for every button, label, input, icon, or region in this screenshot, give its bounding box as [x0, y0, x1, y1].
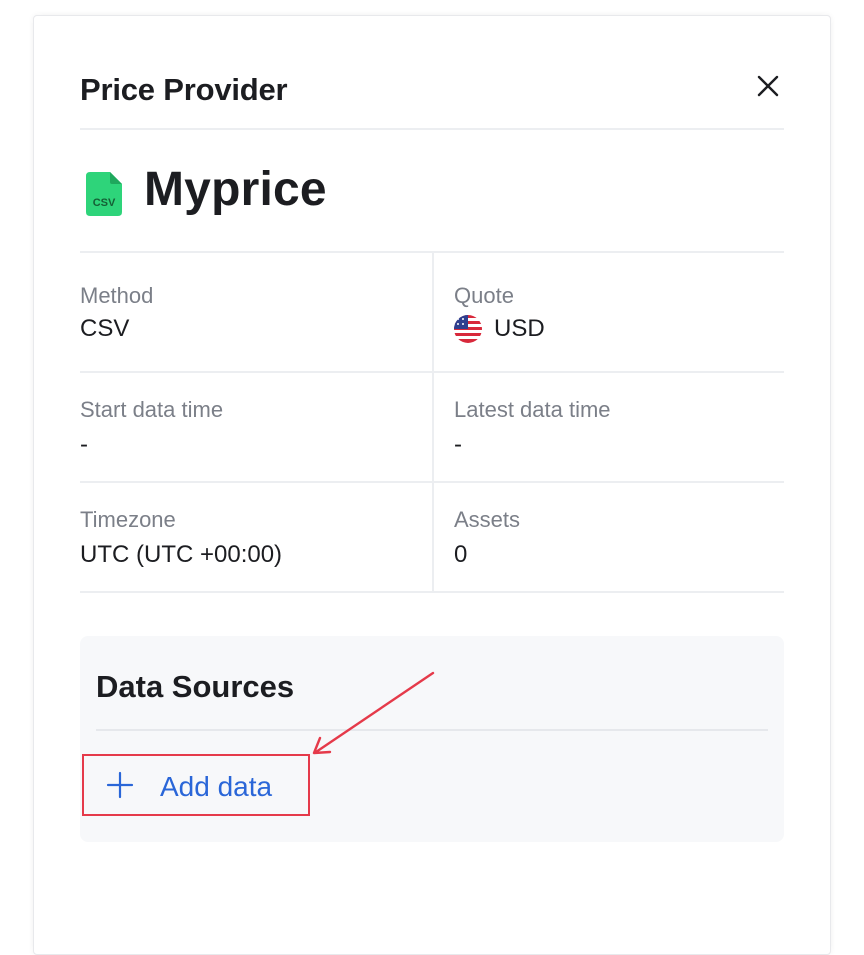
start-time-label: Start data time: [80, 397, 224, 422]
quote-label: Quote: [454, 283, 514, 308]
csv-file-icon: CSV: [86, 172, 122, 216]
latest-time-cell: Latest data time -: [432, 373, 784, 481]
timezone-value: UTC (UTC +00:00): [80, 541, 283, 568]
method-cell: Method CSV: [80, 253, 432, 371]
assets-cell: Assets 0: [432, 483, 784, 591]
annotation-arrow-icon: [312, 671, 435, 755]
timezone-label: Timezone: [80, 507, 176, 532]
assets-value: 0: [454, 541, 468, 568]
close-icon: [757, 75, 779, 97]
details-row: Timezone UTC (UTC +00:00) Assets 0: [80, 483, 784, 593]
add-data-label: Add data: [160, 771, 273, 802]
quote-value: USD: [454, 315, 545, 343]
panel-title: Price Provider: [80, 72, 288, 107]
start-time-value: -: [80, 431, 88, 458]
method-value: CSV: [80, 315, 130, 342]
close-button[interactable]: [752, 70, 784, 102]
latest-time-value: -: [454, 431, 462, 458]
latest-time-label: Latest data time: [454, 397, 611, 422]
provider-name: Myprice: [144, 163, 327, 216]
quote-cell: Quote USD: [432, 253, 784, 371]
panel-header: Price Provider: [80, 56, 784, 130]
us-flag-icon: [454, 315, 482, 343]
details-row: Start data time - Latest data time -: [80, 373, 784, 483]
start-time-cell: Start data time -: [80, 373, 432, 481]
method-label: Method: [80, 283, 154, 308]
timezone-cell: Timezone UTC (UTC +00:00): [80, 483, 432, 591]
file-type-label: CSV: [93, 197, 116, 209]
assets-label: Assets: [454, 507, 521, 532]
provider-heading: CSV Myprice: [80, 163, 784, 252]
plus-icon: [106, 771, 134, 799]
details-row: Method CSV Quote USD: [80, 253, 784, 373]
quote-currency: USD: [494, 315, 545, 342]
data-sources-title: Data Sources: [96, 669, 295, 704]
details-grid: Method CSV Quote USD Start data time - L…: [80, 251, 784, 593]
add-data-button[interactable]: Add data: [82, 754, 310, 816]
